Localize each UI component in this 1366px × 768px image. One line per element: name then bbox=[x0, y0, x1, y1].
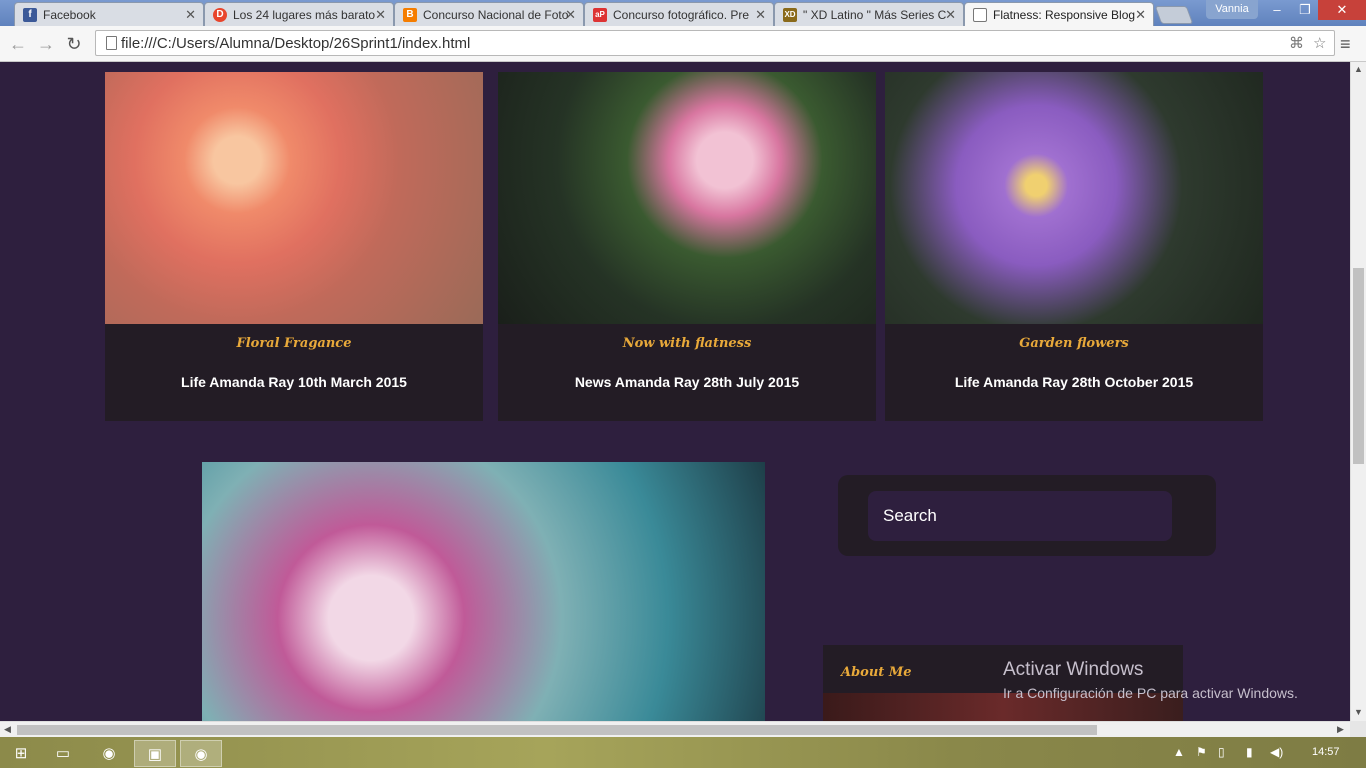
post-meta: Life Amanda Ray 10th March 2015 bbox=[181, 374, 407, 390]
minimize-icon[interactable]: – bbox=[1262, 0, 1292, 20]
xd-icon: XD bbox=[783, 8, 797, 22]
forward-icon[interactable]: → bbox=[34, 32, 58, 56]
url-text: file:///C:/Users/Alumna/Desktop/26Sprint… bbox=[121, 35, 471, 52]
reload-icon[interactable]: ↻ bbox=[62, 32, 86, 56]
scrollbar-corner bbox=[1350, 721, 1366, 737]
page-icon bbox=[106, 36, 117, 50]
app-window-icon[interactable]: ▣ bbox=[134, 740, 176, 767]
chrome-icon[interactable]: ◉ bbox=[88, 740, 130, 767]
blogger-icon: B bbox=[403, 8, 417, 22]
horizontal-scroll-thumb[interactable] bbox=[17, 725, 1097, 735]
scroll-up-icon[interactable]: ▲ bbox=[1354, 64, 1363, 74]
back-icon[interactable]: ← bbox=[6, 32, 30, 56]
tab-title: " XD Latino " Más Series C bbox=[803, 8, 947, 22]
tab-concurso-nacional[interactable]: B Concurso Nacional de Foto ✕ bbox=[394, 2, 584, 26]
flag-icon[interactable]: ⚑ bbox=[1196, 745, 1207, 759]
about-title: About Me bbox=[841, 665, 912, 680]
tab-flatness[interactable]: Flatness: Responsive Blog ✕ bbox=[964, 2, 1154, 26]
battery-icon[interactable]: ▯ bbox=[1218, 745, 1225, 759]
scroll-down-icon[interactable]: ▼ bbox=[1354, 707, 1363, 717]
address-bar[interactable]: file:///C:/Users/Alumna/Desktop/26Sprint… bbox=[95, 30, 1335, 56]
post-image[interactable] bbox=[105, 72, 483, 324]
tray-expand-icon[interactable]: ▲ bbox=[1173, 745, 1185, 759]
scroll-right-icon[interactable]: ▶ bbox=[1337, 724, 1344, 735]
facebook-icon: f bbox=[23, 8, 37, 22]
tab-despegar[interactable]: D Los 24 lugares más barato ✕ bbox=[204, 2, 394, 26]
volume-icon[interactable]: ◀) bbox=[1270, 745, 1283, 759]
close-icon[interactable]: ✕ bbox=[375, 7, 386, 23]
horizontal-scrollbar[interactable]: ◀ ▶ bbox=[0, 721, 1350, 737]
clock[interactable]: 14:57 bbox=[1312, 746, 1340, 758]
tab-title: Facebook bbox=[43, 8, 96, 22]
close-icon[interactable]: ✕ bbox=[945, 7, 956, 23]
page-icon bbox=[973, 8, 987, 22]
file-explorer-icon[interactable]: ▭ bbox=[42, 740, 84, 767]
network-icon[interactable]: ▮ bbox=[1246, 745, 1253, 759]
maximize-icon[interactable]: ❐ bbox=[1292, 0, 1318, 20]
close-window-icon[interactable]: ✕ bbox=[1318, 0, 1366, 20]
profile-badge[interactable]: Vannia bbox=[1206, 0, 1258, 19]
tab-title: Concurso fotográfico. Pre bbox=[613, 8, 750, 22]
tab-xd-latino[interactable]: XD " XD Latino " Más Series C ✕ bbox=[774, 2, 964, 26]
search-input[interactable] bbox=[868, 491, 1172, 541]
post-meta: Life Amanda Ray 28th October 2015 bbox=[954, 374, 1194, 390]
post-title[interactable]: Garden flowers bbox=[885, 336, 1263, 351]
post-title[interactable]: Floral Fragance bbox=[105, 336, 483, 351]
post-card[interactable]: Now with flatness News Amanda Ray 28th J… bbox=[498, 72, 876, 421]
page-content: Floral Fragance Life Amanda Ray 10th Mar… bbox=[0, 62, 1350, 721]
tab-facebook[interactable]: f Facebook ✕ bbox=[14, 2, 204, 26]
tab-title: Flatness: Responsive Blog bbox=[993, 8, 1136, 22]
windows-taskbar: ⊞ ▭ ◉ ▣ ◉ ▲ ⚑ ▯ ▮ ◀) 14:57 bbox=[0, 737, 1366, 768]
new-tab-button[interactable] bbox=[1154, 6, 1194, 24]
post-meta: News Amanda Ray 28th July 2015 bbox=[574, 374, 800, 390]
close-icon[interactable]: ✕ bbox=[565, 7, 576, 23]
post-card[interactable]: Floral Fragance Life Amanda Ray 10th Mar… bbox=[105, 72, 483, 421]
windows-activation-watermark: Activar Windows Ir a Configuración de PC… bbox=[1003, 659, 1298, 701]
post-card[interactable]: Garden flowers Life Amanda Ray 28th Octo… bbox=[885, 72, 1263, 421]
post-title[interactable]: Now with flatness bbox=[498, 336, 876, 351]
tab-concurso-fotografico[interactable]: aP Concurso fotográfico. Pre ✕ bbox=[584, 2, 774, 26]
vertical-scrollbar[interactable]: ▲ ▼ bbox=[1350, 62, 1366, 721]
scroll-left-icon[interactable]: ◀ bbox=[4, 724, 11, 735]
tab-strip: f Facebook ✕ D Los 24 lugares más barato… bbox=[0, 0, 1366, 26]
browser-toolbar: ← → ↻ file:///C:/Users/Alumna/Desktop/26… bbox=[0, 26, 1366, 62]
translate-icon[interactable]: ⌘ bbox=[1289, 34, 1304, 52]
close-icon[interactable]: ✕ bbox=[755, 7, 766, 23]
despegar-icon: D bbox=[213, 8, 227, 22]
post-image[interactable] bbox=[885, 72, 1263, 324]
app-icon: aP bbox=[593, 8, 607, 22]
search-widget bbox=[838, 475, 1216, 556]
close-icon[interactable]: ✕ bbox=[1135, 7, 1146, 23]
close-icon[interactable]: ✕ bbox=[185, 7, 196, 23]
chrome-window-icon[interactable]: ◉ bbox=[180, 740, 222, 767]
tab-title: Los 24 lugares más barato bbox=[233, 8, 376, 22]
windows-start-icon[interactable]: ⊞ bbox=[0, 740, 42, 767]
featured-post-image[interactable] bbox=[202, 462, 765, 721]
tab-title: Concurso Nacional de Foto bbox=[423, 8, 568, 22]
watermark-subtitle: Ir a Configuración de PC para activar Wi… bbox=[1003, 685, 1298, 701]
star-icon[interactable]: ☆ bbox=[1313, 34, 1326, 52]
post-image[interactable] bbox=[498, 72, 876, 324]
watermark-title: Activar Windows bbox=[1003, 659, 1144, 680]
menu-icon[interactable]: ≡ bbox=[1340, 34, 1351, 55]
vertical-scroll-thumb[interactable] bbox=[1353, 268, 1364, 464]
